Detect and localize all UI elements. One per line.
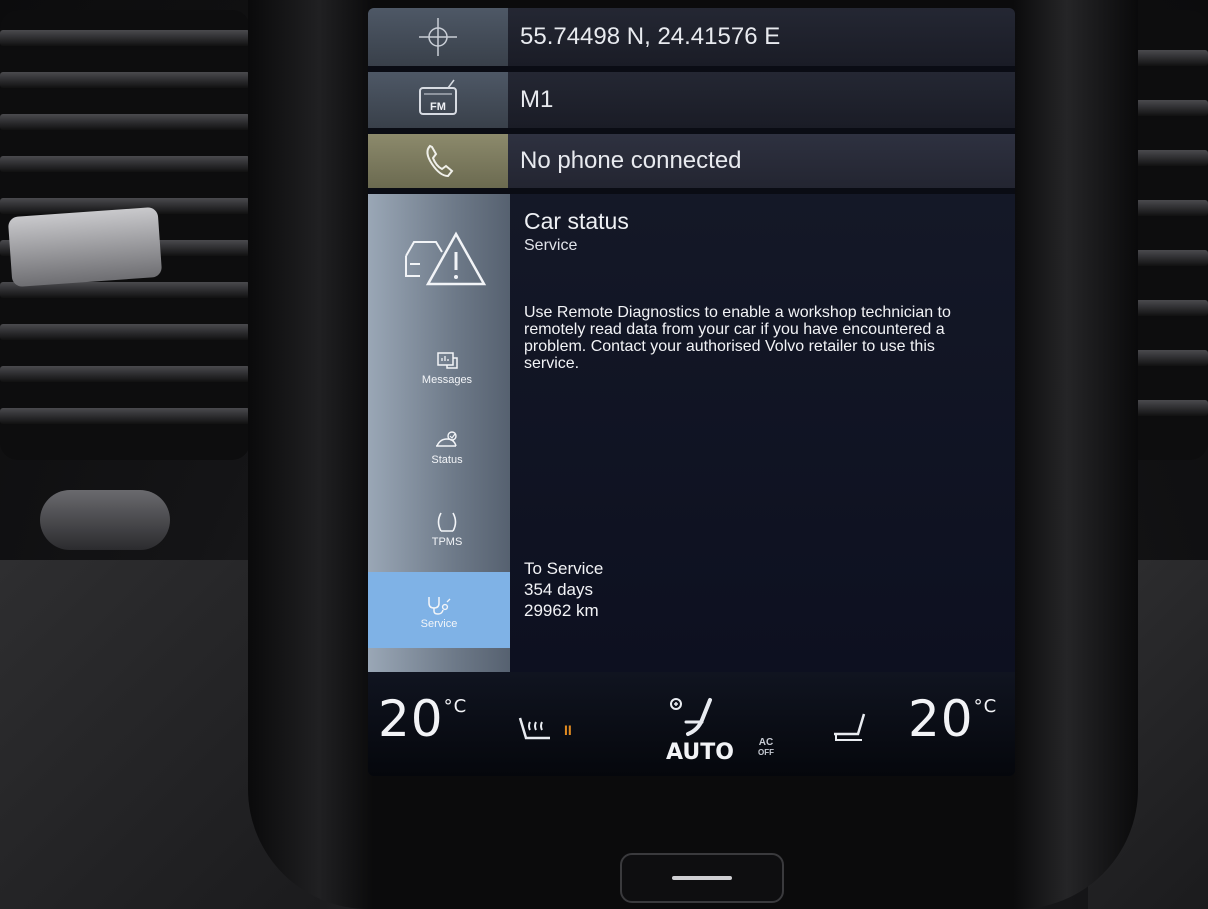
sidebar-item-label: Messages: [421, 374, 473, 386]
page-title: Car status: [524, 208, 629, 234]
fan-airflow-icon: [670, 698, 712, 736]
sidebar-item-messages[interactable]: Messages: [384, 350, 510, 386]
service-interval: To Service 354 days 29962 km: [524, 558, 603, 621]
fm-badge: FM: [430, 101, 446, 113]
sidebar-item-tpms[interactable]: TPMS: [384, 510, 510, 548]
fan-auto-button[interactable]: [664, 694, 718, 743]
vent-knob[interactable]: [40, 490, 170, 550]
to-service-label: To Service: [524, 559, 604, 578]
service-km: 29962 km: [524, 601, 599, 620]
sidebar-item-service[interactable]: Service: [368, 572, 510, 648]
sidebar-item-label: Status: [431, 454, 463, 466]
home-button[interactable]: [620, 853, 784, 903]
ac-state: OFF: [758, 748, 774, 757]
right-temperature[interactable]: 20°C: [908, 690, 997, 748]
seat-heat-level: II: [564, 722, 572, 738]
seat-heat-button[interactable]: II: [516, 712, 572, 749]
ac-button[interactable]: AC OFF: [758, 738, 774, 758]
car-status-panel: Messages Status TPMS Service Car status …: [368, 194, 1015, 672]
gps-coordinates: 55.74498 N, 24.41576 E: [520, 23, 781, 50]
infotainment-screen: 55.74498 N, 24.41576 E FM M1 No phone co…: [368, 8, 1015, 776]
passenger-seat-button[interactable]: [830, 712, 872, 749]
left-temperature[interactable]: 20°C: [378, 690, 467, 748]
sidebar-item-status[interactable]: Status: [384, 430, 510, 466]
car-warning-icon: [405, 231, 487, 286]
car-status-sidebar: Messages Status TPMS Service: [368, 194, 510, 672]
sidebar-item-label: Service: [420, 618, 458, 630]
sidebar-item-label: TPMS: [431, 536, 463, 548]
phone-row[interactable]: No phone connected: [368, 134, 1015, 188]
remote-diagnostics-description: Use Remote Diagnostics to enable a works…: [524, 304, 951, 372]
seat-icon: [834, 713, 866, 741]
fan-mode-label: AUTO: [666, 740, 734, 765]
radio-station: M1: [520, 86, 554, 113]
tire-pressure-icon: [437, 512, 457, 532]
car-status-icon: [436, 431, 457, 447]
radio-row[interactable]: FM M1: [368, 72, 1015, 128]
page-subtitle: Service: [524, 237, 578, 254]
climate-bar: 20°C II AUTO AC OFF 20°C: [368, 672, 1015, 776]
temp-unit: °C: [973, 696, 998, 717]
temp-unit: °C: [443, 696, 468, 717]
phone-icon: [426, 144, 454, 178]
gps-row[interactable]: 55.74498 N, 24.41576 E: [368, 8, 1015, 66]
gps-crosshair-icon: [419, 18, 457, 56]
service-days: 354 days: [524, 580, 593, 599]
phone-status: No phone connected: [520, 147, 742, 174]
ac-label: AC: [758, 737, 774, 748]
fm-radio-icon: FM: [419, 79, 457, 115]
service-stethoscope-icon: [428, 597, 451, 615]
seat-heat-icon: [518, 717, 550, 740]
messages-icon: [437, 352, 458, 369]
vent-adjust-tab[interactable]: [7, 206, 163, 288]
